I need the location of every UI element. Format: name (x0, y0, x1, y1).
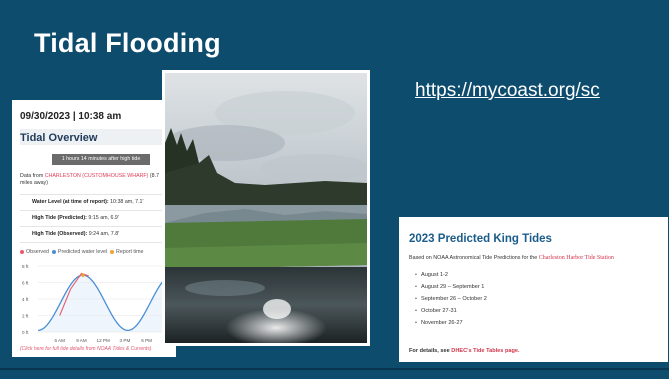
predicted-dot-icon (51, 249, 56, 254)
stat-row: Water Level (at time of report): 10:38 a… (20, 194, 174, 210)
x-tick-label: 9 AM (76, 338, 87, 343)
list-item: September 26 – October 2 (415, 293, 487, 305)
report-time-point (81, 273, 85, 277)
report-date: 09/30/2023 | 10:38 am (20, 111, 122, 122)
stat-row: High Tide (Predicted): 9:15 am, 6.9' (20, 210, 174, 226)
y-tick-label: 4 ft (22, 297, 29, 302)
list-item: August 29 – September 1 (415, 281, 487, 293)
tide-chart: 8 ft 6 ft 4 ft 2 ft 0 ft 6 AM 9 AM 12 PM 3 PM 6 P… (22, 264, 174, 343)
tide-stats: Water Level (at time of report): 10:38 a… (20, 194, 174, 243)
station-link[interactable]: CHARLESTON (CUSTOMHOUSE WHARF) (45, 173, 149, 179)
data-source: Data from CHARLESTON (CUSTOMHOUSE WHARF)… (20, 173, 172, 187)
king-tide-dates: August 1-2 August 29 – September 1 Septe… (415, 269, 487, 329)
list-item: November 26-27 (415, 317, 487, 329)
tide-status-pill: 1 hours 14 minutes after high tide (52, 154, 150, 165)
king-tides-card: 2023 Predicted King Tides Based on NOAA … (399, 217, 668, 362)
legend-predicted: Predicted water level (57, 249, 108, 255)
observed-dot-icon (20, 249, 24, 254)
king-tides-title: 2023 Predicted King Tides (409, 233, 552, 245)
stat-row: High Tide (Observed): 9:24 am, 7.8' (20, 226, 174, 243)
data-prefix: Data from (20, 173, 45, 179)
details-prefix: For details, see (409, 348, 452, 354)
slide-title: Tidal Flooding (34, 28, 221, 58)
x-tick-label: 12 PM (97, 338, 110, 343)
king-tides-source: Based on NOAA Astronomical Tide Predicti… (409, 255, 614, 261)
stat-label: High Tide (Predicted): (32, 215, 87, 221)
stat-value: 10:38 am, 7.1' (110, 199, 144, 205)
list-item: August 1-2 (415, 269, 487, 281)
mycoast-link[interactable]: https://mycoast.org/sc (415, 80, 600, 102)
list-item: October 27-31 (415, 305, 487, 317)
y-tick-label: 0 ft (22, 330, 29, 335)
y-tick-label: 2 ft (22, 314, 29, 319)
legend-observed: Observed (26, 249, 49, 255)
stat-label: High Tide (Observed): (32, 231, 88, 237)
flooded-lawn-photo (165, 73, 367, 343)
stat-label: Water Level (at time of report): (32, 199, 109, 205)
x-tick-label: 6 PM (141, 338, 152, 343)
overview-heading: Tidal Overview (20, 132, 98, 144)
chart-legend: Observed Predicted water level Report ti… (20, 249, 143, 255)
y-tick-label: 6 ft (22, 281, 29, 286)
details-line: For details, see DHEC's Tide Tables page… (409, 348, 520, 354)
stat-value: 9:15 am, 6.9' (88, 215, 119, 221)
legend-report: Report time (116, 249, 144, 255)
source-prefix: Based on NOAA Astronomical Tide Predicti… (409, 255, 539, 261)
flooding-photo (162, 70, 370, 346)
report-dot-icon (110, 249, 115, 254)
divider (0, 368, 669, 370)
y-tick-label: 8 ft (22, 264, 29, 269)
x-tick-label: 3 PM (120, 338, 131, 343)
noaa-details-link[interactable]: (Click here for full tide details from N… (20, 346, 170, 352)
x-tick-label: 6 AM (54, 338, 65, 343)
tide-tables-link[interactable]: DHEC's Tide Tables page. (451, 348, 519, 354)
station-name[interactable]: Charleston Harbor Tide Station (539, 255, 614, 261)
tide-overview-card: 09/30/2023 | 10:38 am Tidal Overview 1 h… (12, 100, 176, 357)
slide: Tidal Flooding https://mycoast.org/sc 09… (0, 0, 669, 379)
stat-value: 9:24 am, 7.8' (88, 231, 120, 237)
